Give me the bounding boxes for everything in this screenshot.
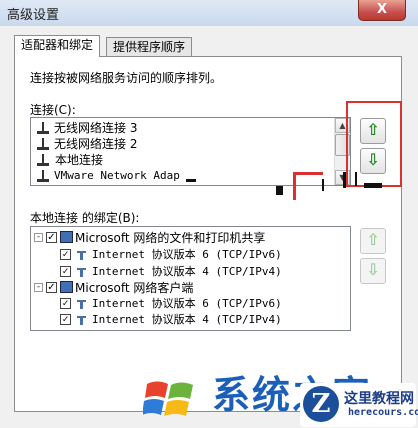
connections-label: 连接(C): [30, 103, 76, 117]
screen-artifact [276, 186, 283, 195]
connection-label: 无线网络连接 2 [54, 137, 138, 151]
network-adapter-icon [37, 154, 49, 166]
binding-label: Microsoft 网络客户端 [75, 281, 194, 295]
tree-collapse-icon[interactable]: - [34, 233, 43, 242]
protocol-icon [76, 315, 87, 325]
tab-provider-order[interactable]: 提供程序顺序 [106, 37, 193, 57]
tab-adapters-bindings[interactable]: 适配器和绑定 [14, 35, 101, 57]
connection-item-selected[interactable]: 本地连接 [31, 152, 331, 168]
tree-collapse-icon[interactable]: - [34, 283, 43, 292]
connections-list[interactable]: 无线网络连接 3 无线网络连接 2 本地连接 VMware Network Ad… [30, 117, 351, 186]
binding-item[interactable]: ✓ Internet 协议版本 4 (TCP/IPv4) [31, 264, 349, 280]
binding-move-up-button[interactable]: ⇧ [360, 228, 386, 254]
checkbox-checked-icon[interactable]: ✓ [60, 314, 71, 325]
bindings-label: 本地连接 的绑定(B): [30, 211, 140, 225]
binding-item[interactable]: ✓ Internet 协议版本 4 (TCP/IPv4) [31, 312, 349, 328]
checkbox-checked-icon[interactable]: ✓ [60, 266, 71, 277]
watermark-site-name: 这里教程网 [344, 391, 414, 407]
computer-client-icon [60, 281, 73, 293]
screen-artifact [355, 172, 357, 186]
connection-item[interactable]: 无线网络连接 3 [31, 120, 331, 136]
checkbox-checked-icon[interactable]: ✓ [60, 298, 71, 309]
binding-item[interactable]: - ✓ Microsoft 网络的文件和打印机共享 [31, 230, 349, 246]
protocol-icon [76, 267, 87, 277]
watermark-site-url: herecours.com [348, 407, 418, 418]
binding-item[interactable]: ✓ Internet 协议版本 6 (TCP/IPv6) [31, 296, 349, 312]
screen-artifact [186, 179, 196, 182]
protocol-icon [76, 299, 87, 309]
move-up-button[interactable]: ⇧ [360, 118, 386, 144]
connection-label: 本地连接 [55, 153, 104, 167]
annotation-line [293, 172, 296, 200]
network-adapter-icon [37, 122, 49, 134]
site-logo-icon: Z [303, 386, 339, 422]
connection-item[interactable]: 无线网络连接 2 [31, 136, 331, 152]
description-text: 连接按被网络服务访问的顺序排列。 [30, 71, 223, 85]
title-bar: 高级设置 X [0, 0, 418, 26]
connection-label: VMware Network Adap [54, 169, 180, 182]
binding-move-down-button[interactable]: ⇩ [360, 258, 386, 284]
screen-artifact [343, 172, 346, 188]
window-title: 高级设置 [7, 8, 60, 23]
binding-item[interactable]: - ✓ Microsoft 网络客户端 [31, 280, 349, 296]
windows-flag-logo [143, 381, 193, 416]
protocol-icon [76, 250, 87, 260]
binding-item[interactable]: ✓ Internet 协议版本 6 (TCP/IPv6) [31, 247, 349, 263]
screen-artifact [364, 183, 382, 188]
checkbox-checked-icon[interactable]: ✓ [46, 232, 57, 243]
binding-label: Microsoft 网络的文件和打印机共享 [75, 231, 266, 245]
network-adapter-icon [37, 138, 49, 150]
binding-label: Internet 协议版本 6 (TCP/IPv6) [92, 248, 282, 261]
checkbox-checked-icon[interactable]: ✓ [60, 249, 71, 260]
screen-artifact [322, 179, 324, 191]
network-adapter-icon [37, 170, 49, 182]
close-button[interactable]: X [358, 0, 406, 21]
move-down-button[interactable]: ⇩ [360, 148, 386, 174]
binding-label: Internet 协议版本 4 (TCP/IPv4) [92, 313, 282, 326]
connection-item[interactable]: VMware Network Adap [31, 168, 331, 184]
binding-label: Internet 协议版本 6 (TCP/IPv6) [92, 297, 282, 310]
bindings-tree[interactable]: - ✓ Microsoft 网络的文件和打印机共享 ✓ Internet 协议版… [30, 226, 351, 331]
checkbox-checked-icon[interactable]: ✓ [46, 282, 57, 293]
connection-label: 无线网络连接 3 [54, 121, 138, 135]
annotation-line [293, 172, 323, 175]
computer-share-icon [60, 231, 73, 243]
binding-label: Internet 协议版本 4 (TCP/IPv4) [92, 265, 282, 278]
